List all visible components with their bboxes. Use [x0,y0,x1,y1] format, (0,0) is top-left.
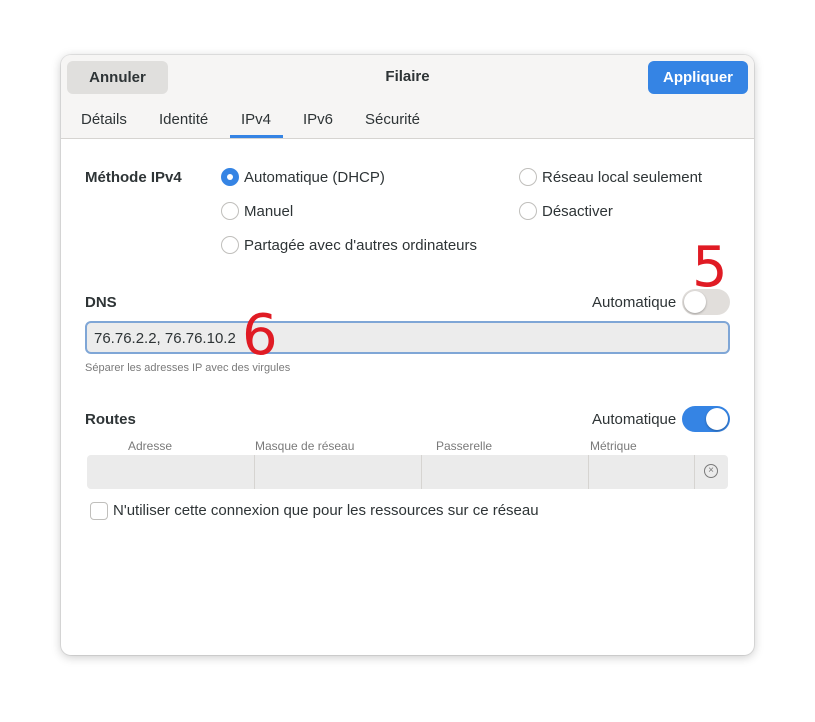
cell-divider [421,455,422,489]
routes-label: Routes [85,411,136,428]
apply-button[interactable]: Appliquer [648,61,748,94]
route-entry-row [87,455,728,489]
tab-identity[interactable]: Identité [159,111,208,128]
radio-disable[interactable] [519,202,537,220]
ipv4-method-label: Méthode IPv4 [85,169,182,186]
local-resources-checkbox-label[interactable]: N'utiliser cette connexion que pour les … [113,502,539,519]
annotation-5: 5 [692,235,728,300]
radio-automatic-dhcp-label[interactable]: Automatique (DHCP) [244,169,385,186]
tab-security[interactable]: Sécurité [365,111,420,128]
radio-shared-label[interactable]: Partagée avec d'autres ordinateurs [244,237,477,254]
radio-manual[interactable] [221,202,239,220]
header-bar: Annuler Filaire Appliquer [61,55,754,101]
radio-disable-label[interactable]: Désactiver [542,203,613,220]
cell-divider [588,455,589,489]
tab-bar: Détails Identité IPv4 IPv6 Sécurité [61,101,754,139]
radio-shared[interactable] [221,236,239,254]
column-header-address: Adresse [128,439,173,453]
network-settings-dialog: Annuler Filaire Appliquer Détails Identi… [61,55,754,655]
delete-route-icon[interactable]: × [704,464,718,478]
switch-knob [706,408,728,430]
radio-manual-label[interactable]: Manuel [244,203,293,220]
dns-input[interactable]: 76.76.2.2, 76.76.10.2 [85,321,730,354]
radio-automatic-dhcp[interactable] [221,168,239,186]
annotation-6: 6 [242,303,278,368]
routes-automatic-switch[interactable] [682,406,730,432]
dns-label: DNS [85,294,117,311]
tab-ipv6[interactable]: IPv6 [303,111,333,128]
radio-local-only-label[interactable]: Réseau local seulement [542,169,702,186]
cell-divider [694,455,695,489]
dns-automatic-label: Automatique [592,294,677,311]
active-tab-indicator [230,135,283,138]
cell-divider [254,455,255,489]
radio-local-only[interactable] [519,168,537,186]
routes-automatic-label: Automatique [592,411,677,428]
tab-ipv4[interactable]: IPv4 [241,111,271,128]
local-resources-checkbox[interactable] [90,502,108,520]
tab-details[interactable]: Détails [81,111,127,128]
column-header-netmask: Masque de réseau [255,439,355,453]
column-header-metric: Métrique [590,439,637,453]
column-header-gateway: Passerelle [436,439,493,453]
